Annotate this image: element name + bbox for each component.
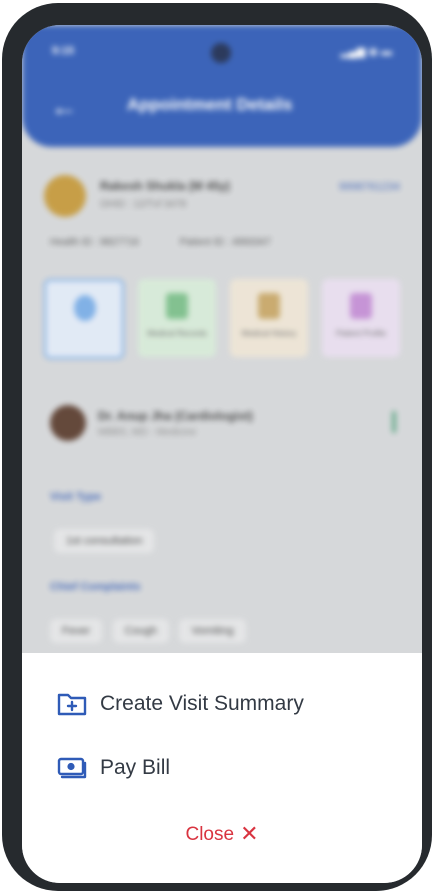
cash-icon [56, 754, 90, 782]
app-header: 9:15 ▂▄▆ ◉ ▬ ← Appointment Details [22, 25, 422, 147]
history-icon [258, 293, 280, 319]
pay-bill-button[interactable]: Pay Bill [56, 751, 170, 785]
patient-row: Rakesh Shukla (M 45y) OHID : 12/Tvf 3478… [44, 175, 400, 219]
complaints-label: Chief Complaints [50, 581, 141, 593]
complaint-chip: Fever [50, 619, 103, 643]
visit-icon [74, 295, 96, 321]
card-visit [44, 279, 124, 359]
card-medical-records: Medical Records [138, 279, 216, 357]
close-button[interactable]: Close ✕ [22, 821, 422, 847]
camera-notch [211, 43, 231, 63]
status-time: 9:15 [52, 45, 75, 57]
bottom-sheet: Create Visit Summary Pay Bill Close ✕ [22, 653, 422, 883]
doctor-name: Dr. Anup Jha (Cardiologist) [98, 409, 253, 423]
create-visit-summary-button[interactable]: Create Visit Summary [56, 687, 304, 721]
doctor-row: Dr. Anup Jha (Cardiologist) MBBS, MD - M… [50, 405, 400, 449]
folder-plus-icon [56, 690, 90, 718]
records-icon [166, 293, 188, 319]
close-icon: ✕ [240, 821, 259, 846]
card-patient-profile: Patient Profile [322, 279, 400, 357]
phone-frame: 9:15 ▂▄▆ ◉ ▬ ← Appointment Details Rakes… [2, 3, 432, 891]
card-label: Medical Records [147, 329, 207, 338]
complaint-chip: Cough [112, 619, 169, 643]
background-app-blurred: 9:15 ▂▄▆ ◉ ▬ ← Appointment Details Rakes… [22, 25, 422, 725]
status-icons: ▂▄▆ ◉ ▬ [340, 46, 392, 58]
profile-icon [350, 293, 372, 319]
health-id: Health ID : 9827716 [50, 237, 139, 248]
more-icon [392, 411, 396, 433]
doctor-avatar [50, 405, 86, 441]
patient-avatar [44, 175, 86, 217]
card-label: Patient Profile [336, 329, 386, 338]
complaints-list: Fever Cough Vomiting [50, 619, 252, 643]
call-link: 9998761234 [338, 181, 400, 193]
pay-bill-label: Pay Bill [100, 756, 171, 779]
patient-id: Patient ID : 4993347 [179, 237, 271, 248]
visit-type-chip: 1st consultation [54, 529, 155, 553]
patient-meta: OHID : 12/Tvf 3478 [100, 199, 187, 210]
complaint-chip: Vomiting [179, 619, 246, 643]
card-medical-history: Medical History [230, 279, 308, 357]
patient-name: Rakesh Shukla (M 45y) [100, 179, 231, 193]
screen: 9:15 ▂▄▆ ◉ ▬ ← Appointment Details Rakes… [22, 25, 422, 883]
create-visit-summary-label: Create Visit Summary [100, 692, 304, 715]
visit-type-label: Visit Type [50, 491, 101, 503]
doctor-meta: MBBS, MD - Medicine [98, 427, 197, 438]
action-cards: Medical Records Medical History Patient … [44, 279, 404, 359]
back-arrow-icon: ← [50, 91, 78, 122]
page-title: Appointment Details [127, 95, 293, 114]
card-label: Medical History [241, 329, 297, 338]
close-label: Close [185, 824, 235, 845]
ids-row: Health ID : 9827716 Patient ID : 4993347 [50, 237, 400, 248]
